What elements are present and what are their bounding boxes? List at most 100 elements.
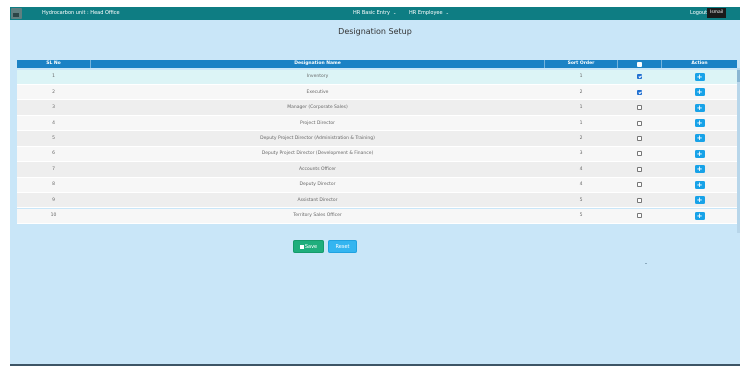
row-checkbox[interactable] (637, 166, 642, 172)
row-checkbox[interactable] (637, 89, 642, 95)
sl-no-cell: 5 (52, 135, 55, 141)
action-cell: + (662, 85, 737, 99)
nav-label: HR Basic Entry (353, 10, 390, 16)
row-checkbox[interactable] (637, 213, 642, 219)
row-checkbox-cell (618, 209, 661, 223)
sl-no-cell: 3 (52, 105, 55, 111)
nav-hr-employee[interactable]: HR Employee ⌄ (409, 10, 449, 16)
table-row: 7 Accounts Officer 4 + (17, 162, 737, 178)
chevron-down-icon: ⌄ (392, 10, 397, 15)
table-row: 9 Assistant Director 5 + (17, 193, 737, 209)
row-checkbox-cell (618, 116, 661, 130)
designation-name-cell: Territory Sales Officer (293, 213, 342, 219)
table-row: 8 Deputy Director 4 + (17, 177, 737, 194)
table-scrollbar[interactable] (737, 68, 740, 233)
sort-order-cell: 4 (579, 182, 583, 188)
top-navbar: Hydrocarbon unit : Head Office HR Basic … (10, 7, 740, 20)
col-designation-name: Designation Name (294, 61, 341, 66)
designation-name-cell: Project Director (300, 120, 335, 126)
table-row: 4 Project Director 1 + (17, 115, 737, 132)
select-all-checkbox[interactable] (637, 61, 642, 67)
app-window: Hydrocarbon unit : Head Office HR Basic … (10, 7, 740, 366)
nav-hr-basic-entry[interactable]: HR Basic Entry ⌄ (353, 10, 396, 16)
sl-no-cell: 10 (50, 213, 57, 219)
save-button[interactable]: Save (293, 240, 324, 253)
table-row: 6 Deputy Project Director (Development & … (17, 146, 737, 163)
add-button[interactable]: + (694, 165, 705, 174)
add-button[interactable]: + (694, 88, 705, 97)
row-checkbox-cell (618, 147, 661, 161)
designation-name-cell: Executive (306, 89, 329, 95)
add-button[interactable]: + (694, 196, 705, 205)
action-cell: + (662, 178, 737, 192)
action-cell: + (662, 209, 737, 223)
logout-link[interactable]: Logout (690, 10, 707, 16)
sort-order-cell: 2 (579, 135, 583, 141)
action-cell: + (662, 193, 737, 207)
add-button[interactable]: + (694, 103, 705, 112)
page-title: Designation Setup (338, 27, 412, 36)
action-cell: + (662, 116, 737, 130)
sort-order-cell: 1 (579, 74, 583, 80)
add-button[interactable]: + (694, 149, 705, 158)
save-label: Save (304, 244, 318, 250)
row-checkbox[interactable] (637, 120, 642, 126)
sort-order-cell: 1 (579, 105, 583, 111)
designation-name-cell: Deputy Director (299, 182, 336, 188)
action-cell: + (662, 131, 737, 145)
action-cell: + (662, 162, 737, 176)
designation-name-cell: Manager (Corporate Sales) (287, 105, 348, 111)
add-button[interactable]: + (694, 72, 705, 81)
row-checkbox-cell (618, 70, 661, 84)
nav-label: HR Employee (409, 10, 443, 16)
sort-order-cell: 2 (579, 89, 583, 95)
action-cell: + (662, 70, 737, 84)
sl-no-cell: 8 (52, 182, 55, 188)
table-header: SL No Designation Name Sort Order Action (17, 60, 737, 68)
add-button[interactable]: + (694, 211, 705, 220)
designation-name-cell: Inventory (306, 74, 329, 80)
sort-order-cell: 3 (579, 151, 583, 157)
logo-icon (11, 8, 22, 19)
row-checkbox-cell (618, 131, 661, 145)
row-checkbox-cell (618, 162, 661, 176)
chevron-down-icon: ⌄ (445, 10, 449, 15)
sl-no-cell: 2 (52, 89, 55, 95)
row-checkbox[interactable] (637, 197, 642, 203)
scrollbar-thumb[interactable] (737, 70, 740, 82)
col-action: Action (691, 61, 708, 66)
row-checkbox-cell (618, 193, 661, 207)
add-button[interactable]: + (694, 119, 705, 128)
row-checkbox-cell (618, 85, 661, 99)
action-cell: + (662, 100, 737, 114)
sl-no-cell: 7 (52, 166, 55, 172)
sl-no-cell: 6 (52, 151, 55, 157)
row-checkbox[interactable] (637, 151, 642, 157)
sort-order-cell: 4 (579, 166, 583, 172)
sl-no-cell: 1 (52, 74, 55, 80)
designation-name-cell: Assistant Director (297, 197, 338, 203)
user-badge: Ismail (707, 8, 727, 18)
table-row: 1 Inventory 1 + (17, 69, 737, 85)
table-row: 5 Deputy Project Director (Administration… (17, 131, 737, 147)
add-button[interactable]: + (694, 134, 705, 143)
reset-button[interactable]: Reset (328, 240, 357, 253)
table-row: 2 Executive 2 + (17, 84, 737, 101)
row-checkbox[interactable] (637, 182, 642, 188)
col-sl-no: SL No (46, 61, 61, 66)
row-checkbox[interactable] (637, 105, 642, 111)
stray-dot (645, 263, 647, 264)
floppy-icon (299, 244, 304, 249)
sort-order-cell: 1 (579, 120, 583, 126)
designation-name-cell: Accounts Officer (299, 166, 336, 172)
sl-no-cell: 4 (52, 120, 55, 126)
row-checkbox[interactable] (637, 135, 642, 141)
app-name: Hydrocarbon unit : Head Office (42, 10, 120, 16)
bottom-border (10, 364, 740, 366)
sl-no-cell: 9 (52, 197, 55, 203)
row-checkbox[interactable] (637, 74, 642, 80)
sort-order-cell: 5 (579, 213, 583, 219)
action-cell: + (662, 147, 737, 161)
add-button[interactable]: + (694, 180, 705, 189)
row-checkbox-cell (618, 178, 661, 192)
